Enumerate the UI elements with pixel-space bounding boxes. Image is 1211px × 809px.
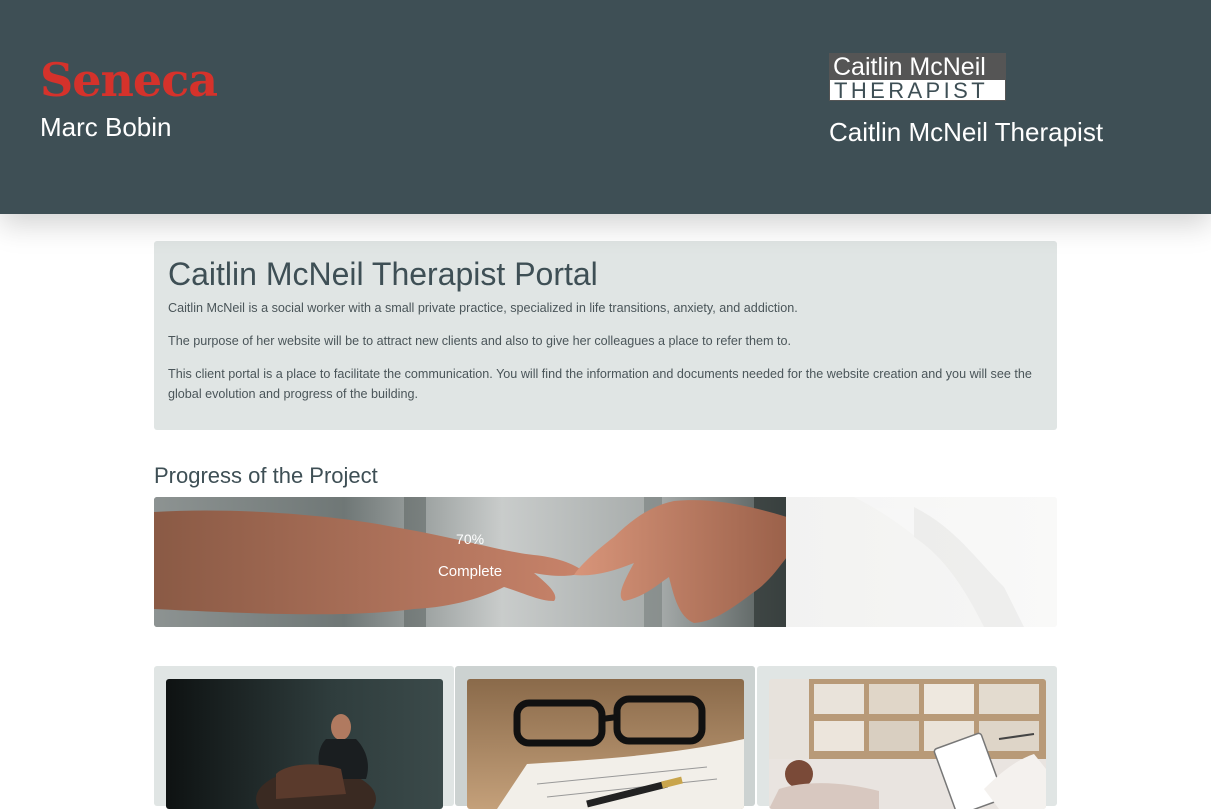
client-logo-name: Caitlin McNeil xyxy=(830,54,1005,80)
progress-label: 70% Complete xyxy=(154,497,786,627)
client-name: Caitlin McNeil Therapist xyxy=(829,117,1104,147)
progress-bar: 70% Complete xyxy=(154,497,1057,627)
progress-heading: Progress of the Project xyxy=(154,463,378,488)
intro-panel: Caitlin McNeil Therapist Portal Caitlin … xyxy=(154,241,1057,430)
glasses-notebook-photo xyxy=(467,679,744,809)
page-title: Caitlin McNeil Therapist Portal xyxy=(168,256,598,292)
client-logo-tagline: THERAPIST xyxy=(830,80,1005,100)
card-1[interactable] xyxy=(154,666,454,809)
intro-paragraph: This client portal is a place to facilit… xyxy=(168,367,1032,401)
person-on-couch-photo xyxy=(166,679,443,809)
intro-paragraph: The purpose of her website will be to at… xyxy=(168,334,792,348)
progress-percent: 70% xyxy=(456,531,485,547)
therapy-session-photo xyxy=(769,679,1046,809)
client-branding: Caitlin McNeil THERAPIST Caitlin McNeil … xyxy=(829,53,1103,147)
intro-paragraph: Caitlin McNeil is a social worker with a… xyxy=(168,301,798,315)
seneca-logo[interactable]: Seneca xyxy=(40,54,218,106)
site-header: Seneca Marc Bobin Caitlin McNeil THERAPI… xyxy=(0,0,1211,214)
client-logo[interactable]: Caitlin McNeil THERAPIST xyxy=(829,53,1006,101)
student-branding: Seneca Marc Bobin xyxy=(40,54,218,142)
progress-status: Complete xyxy=(437,563,503,580)
card-image[interactable] xyxy=(467,679,744,809)
card-2[interactable] xyxy=(455,666,755,809)
card-row xyxy=(154,666,1057,809)
student-name: Marc Bobin xyxy=(40,112,172,142)
card-image[interactable] xyxy=(166,679,443,809)
card-image[interactable] xyxy=(769,679,1046,809)
card-3[interactable] xyxy=(757,666,1057,809)
